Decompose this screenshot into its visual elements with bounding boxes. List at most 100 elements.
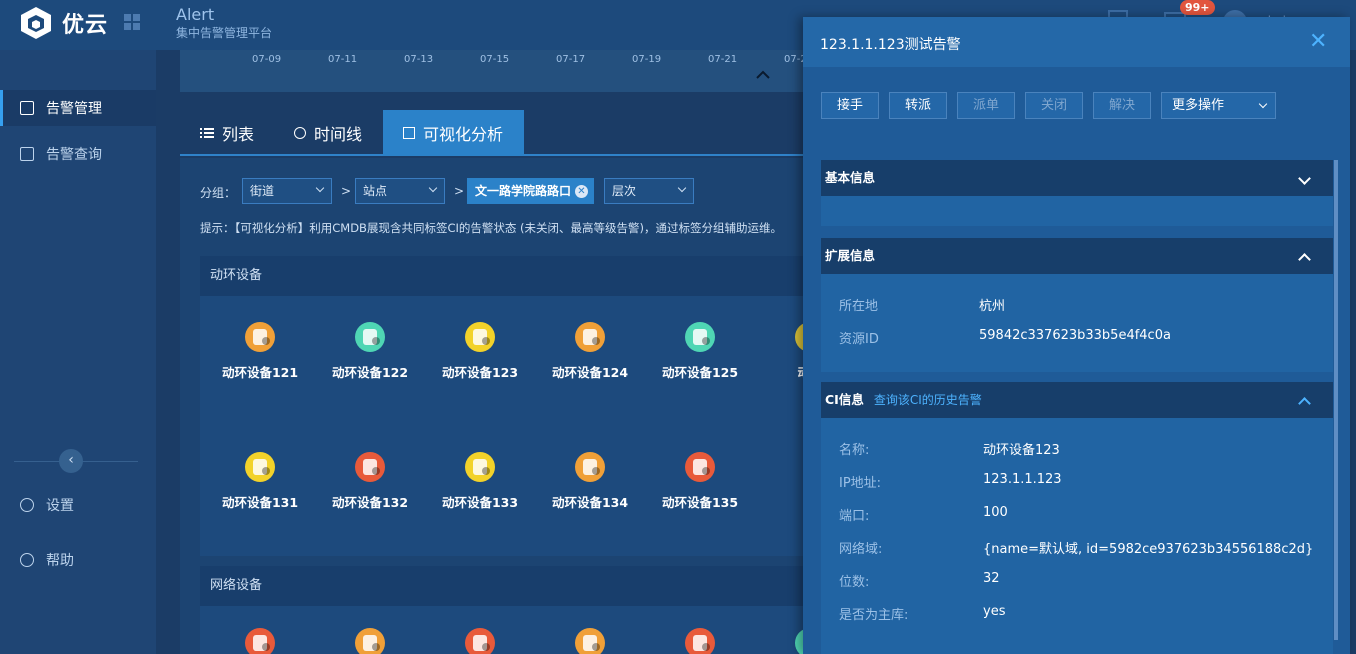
dropdown-label: 更多操作 <box>1172 98 1225 113</box>
select-value: 站点 <box>363 184 388 198</box>
sidebar-item-settings[interactable]: 设置 <box>0 487 156 523</box>
view-tabs: 列表 时间线 可视化分析 <box>180 110 820 156</box>
sidebar-item-alert-query[interactable]: 告警查询 <box>0 136 156 172</box>
device-item[interactable]: 动环设备125 <box>650 322 750 381</box>
timeline-strip[interactable]: 07-09 07-11 07-13 07-15 07-17 07-19 07-2… <box>180 50 820 92</box>
device-name: 动环设备132 <box>331 495 409 510</box>
device-group-power-env: 动环设备 动环设备121 动环设备122 动环设备123 动环设备124 动环设… <box>200 256 825 556</box>
sidebar: 告警管理 告警查询 ‹ 设置 帮助 <box>0 50 156 654</box>
brand-name: 优云 <box>62 13 109 38</box>
separator: > <box>454 184 465 198</box>
hint-text: 提示：【可视化分析】利用CMDB展现含共同标签CI的告警状态 (未关闭、最高等级… <box>200 221 782 235</box>
sidebar-item-help[interactable]: 帮助 <box>0 542 156 578</box>
group-select-intersection[interactable]: 文一路学院路路口 ✕ <box>467 178 594 204</box>
more-actions-dropdown[interactable]: 更多操作 <box>1161 92 1276 119</box>
query-icon <box>20 147 34 161</box>
field-value: 32 <box>983 571 1000 586</box>
field-value: yes <box>983 604 1006 619</box>
device-item[interactable] <box>650 628 750 654</box>
timeline-label: 07-17 <box>556 54 586 65</box>
chevron-up-icon[interactable] <box>756 70 770 80</box>
database-icon <box>575 452 605 482</box>
clock-icon <box>294 127 306 139</box>
device-name: 动环设备124 <box>551 365 629 380</box>
group-title: 动环设备 <box>200 256 820 296</box>
section-basic-info[interactable]: 基本信息 <box>821 160 1333 196</box>
device-name: 动环设备131 <box>221 495 299 510</box>
select-value: 文一路学院路路口 <box>475 184 572 198</box>
field-label: 网络域: <box>839 542 883 557</box>
group-select-site[interactable]: 站点 <box>355 178 445 204</box>
gear-icon <box>20 498 34 512</box>
accept-button[interactable]: 接手 <box>821 92 879 119</box>
collapse-sidebar-button[interactable]: ‹ <box>59 449 83 473</box>
field-label: 是否为主库: <box>839 608 909 623</box>
sidebar-item-label: 设置 <box>46 498 74 514</box>
chevron-down-icon <box>315 183 325 193</box>
device-item[interactable]: 动环设备122 <box>320 322 420 381</box>
device-name: 动环设备123 <box>441 365 519 380</box>
field-value: 59842c337623b33b5e4f4c0a <box>979 328 1171 343</box>
sidebar-item-alert-management[interactable]: 告警管理 <box>0 90 156 126</box>
sidebar-item-label: 帮助 <box>46 553 74 569</box>
field-value: 杭州 <box>979 299 1006 314</box>
device-item[interactable] <box>540 628 640 654</box>
database-icon <box>355 452 385 482</box>
visual-analysis-panel: 分组： 街道 > 站点 > 文一路学院路路口 ✕ 层次 提示：【可视化分析】利用C… <box>180 158 825 654</box>
tab-label: 列表 <box>222 125 255 144</box>
device-group-network: 网络设备 <box>200 566 825 654</box>
select-value: 街道 <box>250 184 275 198</box>
database-icon <box>245 452 275 482</box>
device-item[interactable] <box>320 628 420 654</box>
cube-logo-icon <box>21 7 51 39</box>
chevron-down-icon <box>1298 172 1311 185</box>
resolve-button[interactable]: 解决 <box>1093 92 1151 119</box>
clear-icon[interactable]: ✕ <box>575 185 588 198</box>
transfer-button[interactable]: 转派 <box>889 92 947 119</box>
app-grid-icon[interactable] <box>124 14 140 30</box>
app-title: Alert <box>176 5 215 24</box>
device-item[interactable]: 动环设备123 <box>430 322 530 381</box>
chevron-down-icon <box>1258 99 1268 109</box>
chart-icon <box>403 127 415 139</box>
device-item[interactable]: 动环设备131 <box>210 452 310 511</box>
device-item[interactable]: 动环设备134 <box>540 452 640 511</box>
device-name: 动环设备121 <box>221 365 299 380</box>
timeline-label: 07-21 <box>708 54 738 65</box>
tab-timeline[interactable]: 时间线 <box>274 110 383 156</box>
field-value: {name=默认域, id=5982ce937623b34556188c2d} <box>983 542 1314 557</box>
timeline-label: 07-09 <box>252 54 282 65</box>
dispatch-button[interactable]: 派单 <box>957 92 1015 119</box>
device-item[interactable] <box>210 628 310 654</box>
sidebar-item-label: 告警查询 <box>46 147 102 163</box>
extended-info-body: 所在地 杭州 资源ID 59842c337623b33b5e4f4c0a <box>821 274 1333 372</box>
panel-scrollbar[interactable] <box>1334 160 1338 640</box>
close-icon[interactable]: ✕ <box>1309 29 1327 54</box>
tab-list[interactable]: 列表 <box>180 110 274 156</box>
device-item[interactable]: 动环设备135 <box>650 452 750 511</box>
field-value: 100 <box>983 505 1008 520</box>
device-item[interactable]: 动环设备132 <box>320 452 420 511</box>
logo: 优云 <box>20 6 108 40</box>
tab-visual-analysis[interactable]: 可视化分析 <box>383 110 524 156</box>
device-item[interactable]: 动环设备124 <box>540 322 640 381</box>
ci-history-link[interactable]: 查询该CI的历史告警 <box>874 393 982 407</box>
database-icon <box>465 628 495 654</box>
section-extended-info[interactable]: 扩展信息 <box>821 238 1333 274</box>
field-value: 动环设备123 <box>983 443 1060 458</box>
device-item[interactable] <box>430 628 530 654</box>
timeline-label: 07-19 <box>632 54 662 65</box>
tab-label: 时间线 <box>314 125 363 144</box>
notification-badge: 99+ <box>1180 0 1215 15</box>
device-item[interactable]: 动环设备133 <box>430 452 530 511</box>
database-icon <box>575 322 605 352</box>
device-name: 动环设备125 <box>661 365 739 380</box>
chevron-up-icon <box>1298 253 1311 266</box>
group-select-street[interactable]: 街道 <box>242 178 332 204</box>
device-item[interactable]: 动环设备121 <box>210 322 310 381</box>
section-ci-info[interactable]: CI信息 查询该CI的历史告警 <box>821 382 1333 418</box>
group-select-level[interactable]: 层次 <box>604 178 694 204</box>
close-alert-button[interactable]: 关闭 <box>1025 92 1083 119</box>
database-icon <box>465 452 495 482</box>
device-name: 动环设备122 <box>331 365 409 380</box>
